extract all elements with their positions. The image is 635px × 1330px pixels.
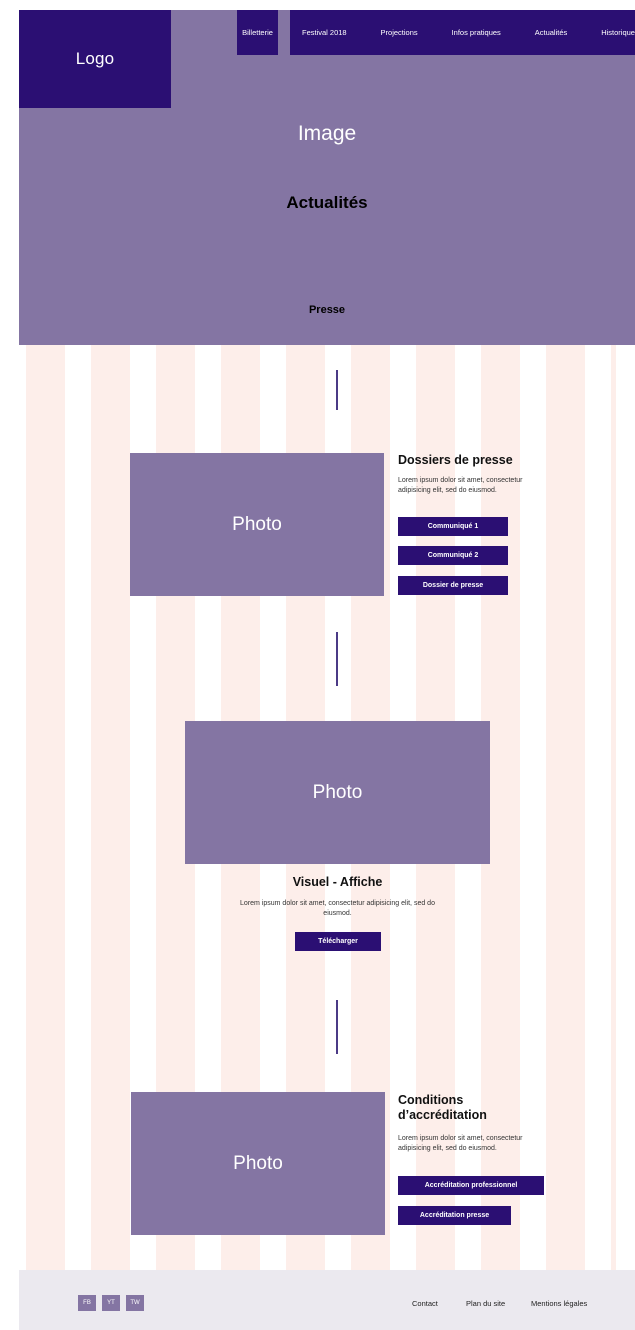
section-text-conditions: Lorem ipsum dolor sit amet, consectetur … xyxy=(398,1135,523,1152)
communique-1-button[interactable]: Communiqué 1 xyxy=(398,517,508,536)
footer-link-plan[interactable]: Plan du site xyxy=(466,1299,505,1308)
photo-conditions: Photo xyxy=(131,1092,385,1235)
section-text-visuel: Lorem ipsum dolor sit amet, consectetur … xyxy=(240,900,435,917)
section-title-visuel: Visuel - Affiche xyxy=(292,875,383,889)
page-subtitle: Presse xyxy=(308,304,346,316)
telecharger-button[interactable]: Télécharger xyxy=(295,932,381,951)
logo[interactable]: Logo xyxy=(19,10,171,108)
accreditation-professionnel-button[interactable]: Accréditation professionnel xyxy=(398,1176,544,1195)
photo-dossiers: Photo xyxy=(130,453,384,596)
nav-item-projections[interactable]: Projections xyxy=(381,28,418,37)
footer: FB YT TW Contact Plan du site Mentions l… xyxy=(19,1270,635,1330)
twitter-icon[interactable]: TW xyxy=(126,1295,144,1311)
section-title-dossiers: Dossiers de presse xyxy=(398,453,513,467)
section-divider xyxy=(336,370,338,410)
page: Logo Billetterie Festival 2018 Projectio… xyxy=(19,10,635,1330)
hero-banner: Logo Billetterie Festival 2018 Projectio… xyxy=(19,10,635,345)
section-title-conditions: Conditions d’accréditation xyxy=(398,1093,487,1122)
nav-item-billetterie[interactable]: Billetterie xyxy=(237,10,278,55)
communique-2-button[interactable]: Communiqué 2 xyxy=(398,546,508,565)
page-title: Actualités xyxy=(286,193,368,212)
nav-item-actualites[interactable]: Actualités xyxy=(535,28,568,37)
youtube-icon[interactable]: YT xyxy=(102,1295,120,1311)
main-nav: Billetterie Festival 2018 Projections In… xyxy=(237,10,635,55)
section-text-dossiers: Lorem ipsum dolor sit amet, consectetur … xyxy=(398,477,523,494)
footer-link-mentions[interactable]: Mentions légales xyxy=(531,1299,587,1308)
photo-visuel: Photo xyxy=(185,721,490,864)
facebook-icon[interactable]: FB xyxy=(78,1295,96,1311)
nav-item-festival[interactable]: Festival 2018 xyxy=(302,28,347,37)
nav-item-historique[interactable]: Historique xyxy=(601,28,635,37)
accreditation-presse-button[interactable]: Accréditation presse xyxy=(398,1206,511,1225)
nav-item-label: Billetterie xyxy=(242,28,273,37)
nav-item-infos[interactable]: Infos pratiques xyxy=(452,28,501,37)
footer-link-contact[interactable]: Contact xyxy=(412,1299,438,1308)
hero-image-placeholder: Image xyxy=(297,122,357,145)
section-divider xyxy=(336,1000,338,1054)
section-divider xyxy=(336,632,338,686)
nav-group: Festival 2018 Projections Infos pratique… xyxy=(290,10,635,55)
dossier-presse-button[interactable]: Dossier de presse xyxy=(398,576,508,595)
